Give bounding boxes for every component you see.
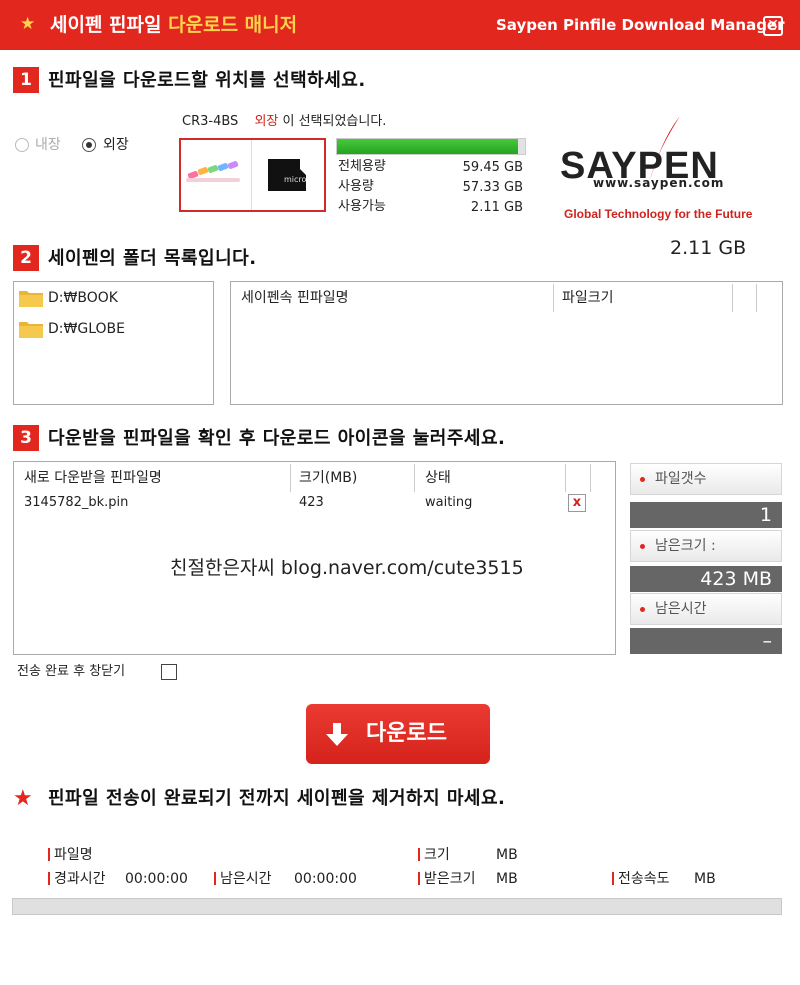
folder-icon xyxy=(19,322,43,338)
bullet-icon xyxy=(640,607,645,612)
radio-external-label: 외장 xyxy=(103,137,129,153)
label-marker xyxy=(48,848,50,861)
stat-total-label: 전체용량 xyxy=(338,159,386,174)
available-capacity: 2.11 GB xyxy=(670,237,747,259)
radio-internal-label: 내장 xyxy=(35,137,61,153)
row-size: 423 xyxy=(299,495,324,510)
col-status[interactable]: 상태 xyxy=(425,468,451,488)
window-title: 세이펜 핀파일 다운로드 매니저 xyxy=(50,12,297,38)
title-highlight: 다운로드 매니저 xyxy=(168,14,298,36)
step-3-heading: 다운받을 핀파일을 확인 후 다운로드 아이콘을 눌러주세요. xyxy=(48,428,506,449)
info-remaining-label: 남은시간 xyxy=(220,871,272,887)
download-button-label: 다운로드 xyxy=(366,721,447,746)
info-speed-unit: MB xyxy=(694,871,716,887)
col-pen-filename[interactable]: 세이펜속 핀파일명 xyxy=(241,288,349,308)
info-size-label: 크기 xyxy=(424,847,450,863)
label-marker xyxy=(48,872,50,885)
label-marker xyxy=(612,872,614,885)
col-pen-filesize[interactable]: 파일크기 xyxy=(562,288,614,308)
device-selection-text: CR3-4BS 외장 이 선택되었습니다. xyxy=(182,113,386,131)
download-arrow-icon xyxy=(326,723,348,746)
file-count-value: 1 xyxy=(630,502,782,528)
column-divider xyxy=(553,284,554,312)
device-name: CR3-4BS xyxy=(182,114,239,129)
radio-internal[interactable] xyxy=(15,138,29,152)
bullet-icon xyxy=(640,477,645,482)
close-icon: ✕ xyxy=(767,17,779,33)
stat-available-value: 2.11 GB xyxy=(470,200,523,215)
warning-text: 핀파일 전송이 완료되기 전까지 세이펜을 제거하지 마세요. xyxy=(48,788,506,809)
step-2-heading: 세이펜의 폴더 목록입니다. xyxy=(48,248,257,269)
stat-available-label: 사용가능 xyxy=(338,199,386,214)
column-divider xyxy=(590,464,591,492)
step-1-badge: 1 xyxy=(13,67,39,93)
col-new-filename[interactable]: 새로 다운받을 핀파일명 xyxy=(24,468,162,488)
step-2-badge: 2 xyxy=(13,245,39,271)
col-size-mb[interactable]: 크기(MB) xyxy=(299,468,357,488)
usage-bar-fill xyxy=(337,139,518,154)
step-1-heading: 핀파일을 다운로드할 위치를 선택하세요. xyxy=(48,70,366,91)
column-divider xyxy=(290,464,291,492)
logo-url: www.saypen.com xyxy=(593,176,725,190)
folder-item[interactable]: D:₩BOOK xyxy=(48,288,118,308)
usb-drive-icon xyxy=(186,161,240,182)
remaining-time-value: – xyxy=(630,628,782,654)
watermark-text: 친절한은자씨 blog.naver.com/cute3515 xyxy=(170,557,524,579)
info-filename-label: 파일명 xyxy=(54,847,93,863)
column-divider xyxy=(414,464,415,492)
label-marker xyxy=(418,872,420,885)
remove-icon: x xyxy=(572,495,582,510)
label-marker xyxy=(418,848,420,861)
microsd-card-icon: micro xyxy=(268,159,307,191)
info-received-label: 받은크기 xyxy=(424,871,476,887)
column-divider xyxy=(756,284,757,312)
star-icon: ★ xyxy=(20,14,36,34)
remaining-time-label: 남은시간 xyxy=(630,593,782,625)
close-after-checkbox[interactable] xyxy=(161,664,177,680)
device-type: 외장 xyxy=(254,114,279,129)
row-status: waiting xyxy=(425,495,473,510)
device-selected-suffix: 이 선택되었습니다. xyxy=(282,114,387,129)
close-after-label: 전송 완료 후 창닫기 xyxy=(17,664,126,679)
radio-external[interactable] xyxy=(82,138,96,152)
info-elapsed-label: 경과시간 xyxy=(54,871,106,887)
info-speed-label: 전송속도 xyxy=(618,871,670,887)
title-prefix: 세이펜 핀파일 xyxy=(50,14,169,36)
row-filename[interactable]: 3145782_bk.pin xyxy=(24,493,128,513)
device-divider xyxy=(251,140,252,210)
stat-total-value: 59.45 GB xyxy=(462,160,523,175)
svg-text:micro: micro xyxy=(284,175,307,184)
step-3-badge: 3 xyxy=(13,425,39,451)
info-remaining-value: 00:00:00 xyxy=(294,871,357,887)
file-count-label: 파일갯수 xyxy=(630,463,782,495)
column-divider xyxy=(565,464,566,492)
remove-file-button[interactable]: x xyxy=(568,494,586,512)
remaining-size-label: 남은크기 : xyxy=(630,530,782,562)
download-button[interactable]: 다운로드 xyxy=(306,704,490,764)
close-button[interactable]: ✕ xyxy=(763,16,783,36)
folder-item[interactable]: D:₩GLOBE xyxy=(48,319,125,339)
remaining-size-value: 423 MB xyxy=(630,566,782,592)
info-received-unit: MB xyxy=(496,871,518,887)
stat-used-value: 57.33 GB xyxy=(462,180,523,195)
column-divider xyxy=(732,284,733,312)
label-marker xyxy=(214,872,216,885)
bullet-icon xyxy=(640,544,645,549)
folder-icon xyxy=(19,291,43,307)
stat-used-label: 사용량 xyxy=(338,179,374,194)
star-icon: ★ xyxy=(13,786,33,811)
transfer-progress-bar xyxy=(12,898,782,915)
info-size-unit: MB xyxy=(496,847,518,863)
logo-tagline: Global Technology for the Future xyxy=(564,207,753,221)
info-elapsed-value: 00:00:00 xyxy=(125,871,188,887)
window-title-en: Saypen Pinfile Download Manager xyxy=(496,16,785,34)
